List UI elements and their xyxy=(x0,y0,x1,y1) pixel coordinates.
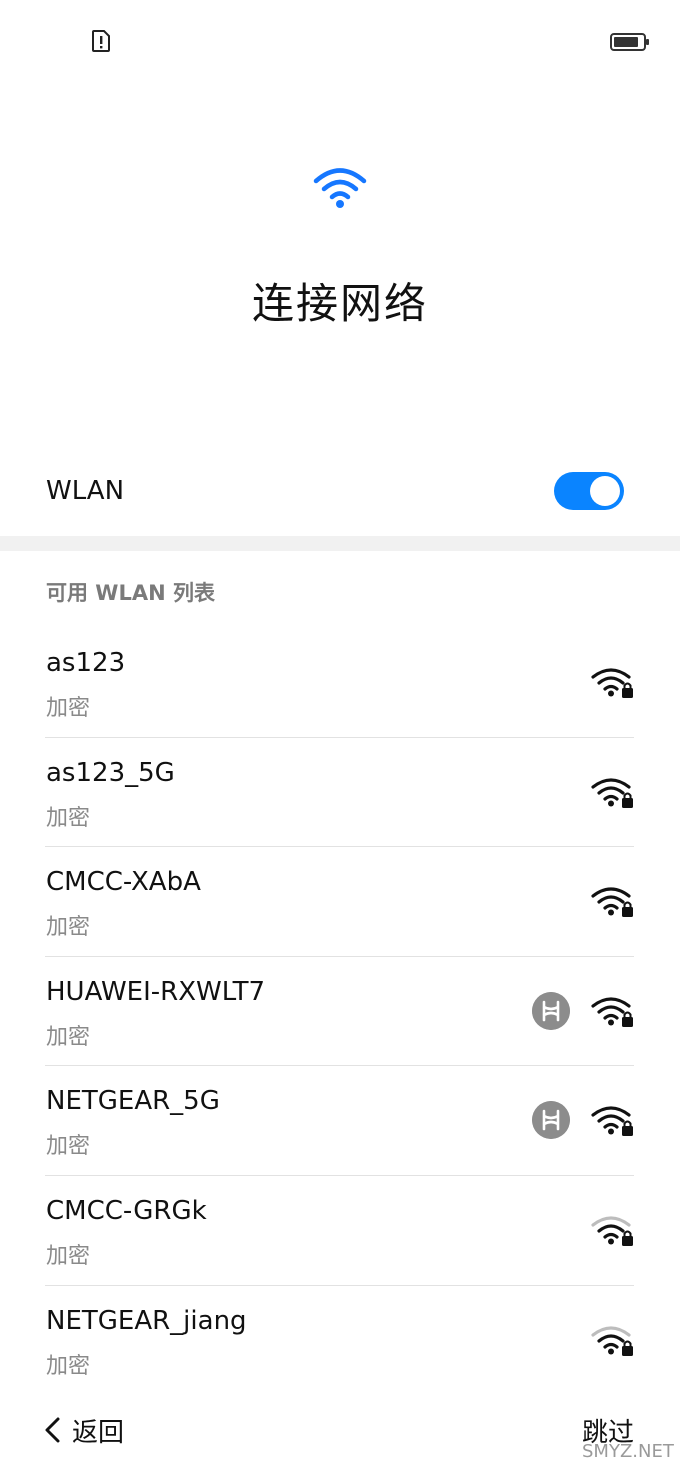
network-security: 加密 xyxy=(46,1134,91,1160)
network-ssid: HUAWEI-RXWLT7 xyxy=(46,976,266,1007)
network-ssid: as123 xyxy=(46,648,126,678)
available-networks-header: 可用 WLAN 列表 xyxy=(46,581,215,605)
network-ssid: CMCC-GRGk xyxy=(46,1195,207,1226)
network-security: 加密 xyxy=(46,1024,91,1050)
sim-alert-icon xyxy=(92,30,110,52)
network-security: 加密 xyxy=(46,805,91,831)
chevron-left-icon xyxy=(45,1417,60,1443)
section-divider xyxy=(0,536,680,551)
network-security: 加密 xyxy=(46,1243,91,1269)
network-ssid: CMCC-XAbA xyxy=(46,867,201,898)
wifi-lock-medium-icon xyxy=(591,1216,633,1246)
network-list: as123 加密 as123_5G 加密 CMCC-XAbA 加密 HUAWEI… xyxy=(0,628,680,1395)
network-security: 加密 xyxy=(46,696,91,721)
network-item[interactable]: NETGEAR_5G 加密 xyxy=(0,1066,680,1176)
network-item[interactable]: NETGEAR_jiang 加密 xyxy=(0,1286,680,1396)
network-item[interactable]: CMCC-XAbA 加密 xyxy=(0,847,680,957)
bottom-bar: 返回 跳过 xyxy=(0,1400,680,1460)
battery-icon xyxy=(610,33,649,51)
toggle-knob xyxy=(590,476,620,506)
network-ssid: NETGEAR_jiang xyxy=(46,1305,247,1336)
wifi-lock-full-icon xyxy=(591,887,633,918)
network-ssid: as123_5G xyxy=(46,757,175,788)
watermark: SMYZ.NET xyxy=(582,1441,674,1462)
wifi-lock-full-icon xyxy=(591,1106,633,1137)
wifi-icon xyxy=(313,168,367,208)
hilink-icon xyxy=(532,1101,570,1140)
hilink-icon xyxy=(532,991,570,1030)
wifi-lock-full-icon xyxy=(591,778,633,808)
wifi-lock-full-icon xyxy=(591,668,633,698)
back-button[interactable]: 返回 xyxy=(42,1410,124,1450)
page-title: 连接网络 xyxy=(251,279,428,328)
wifi-lock-medium-icon xyxy=(591,1325,633,1356)
back-label: 返回 xyxy=(72,1417,125,1448)
network-item[interactable]: HUAWEI-RXWLT7 加密 xyxy=(0,957,680,1067)
wlan-toggle[interactable] xyxy=(554,472,624,510)
network-item[interactable]: as123 加密 xyxy=(0,628,680,738)
network-security: 加密 xyxy=(46,915,91,941)
network-security: 加密 xyxy=(46,1353,91,1379)
wifi-lock-full-icon xyxy=(591,997,633,1027)
wlan-toggle-row[interactable]: WLAN xyxy=(0,456,680,528)
network-ssid: NETGEAR_5G xyxy=(46,1086,220,1117)
network-item[interactable]: as123_5G 加密 xyxy=(0,738,680,848)
wlan-label: WLAN xyxy=(46,476,125,506)
status-bar xyxy=(0,0,680,84)
network-item[interactable]: CMCC-GRGk 加密 xyxy=(0,1176,680,1286)
